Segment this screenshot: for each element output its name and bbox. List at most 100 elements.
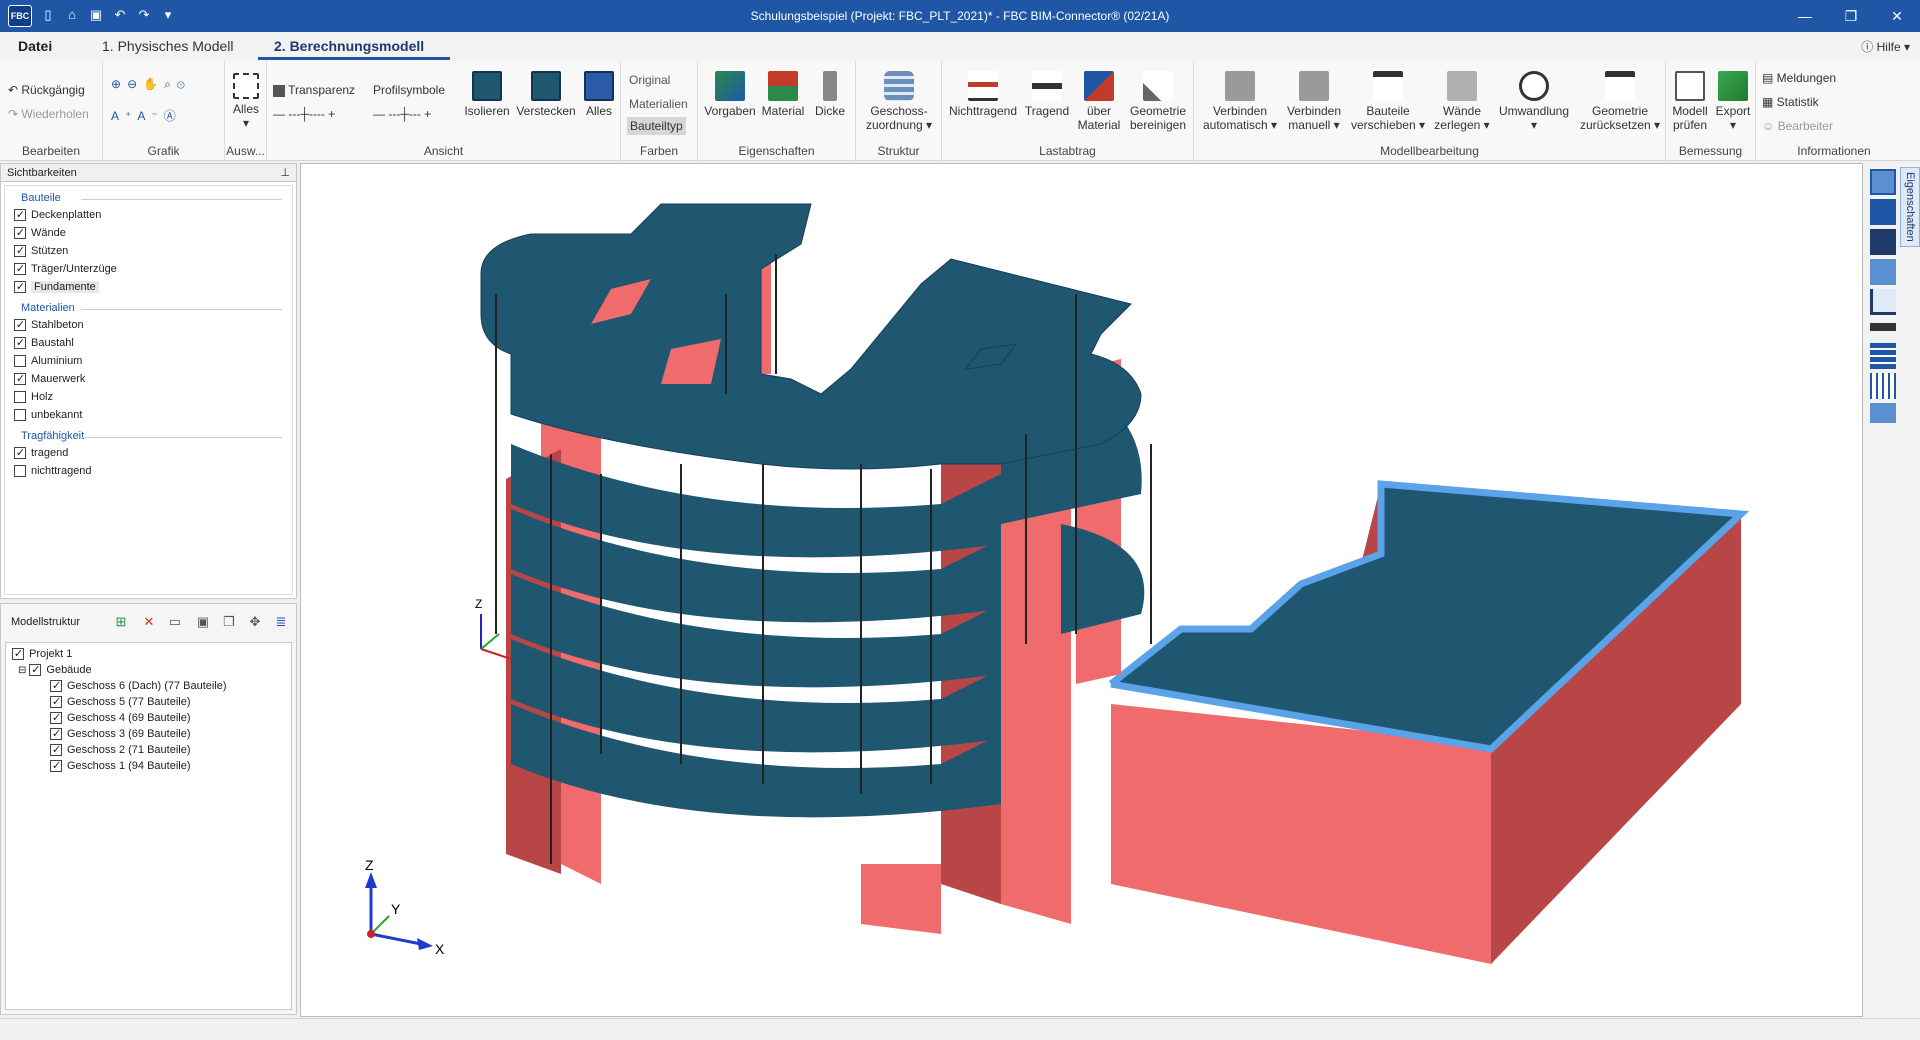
checkbox-nichttragend[interactable]: nichttragend <box>5 462 292 480</box>
checkbox-icon[interactable] <box>50 712 62 724</box>
checkbox-icon[interactable] <box>14 373 26 385</box>
font-tools[interactable]: A⁺A⁻Ⓐ <box>111 107 182 124</box>
add-icon[interactable]: ⊞ <box>113 614 129 630</box>
tragend-button[interactable]: Tragend <box>1022 71 1072 118</box>
vorgaben-button[interactable]: Vorgaben <box>704 71 756 118</box>
checkbox-icon[interactable] <box>14 263 26 275</box>
transparency-toggle[interactable]: Transparenz <box>273 83 355 97</box>
bauteile-verschieben-button[interactable]: Bauteile verschieben ▾ <box>1348 71 1428 132</box>
tree-node-geschoss-6[interactable]: Geschoss 6 (Dach) (77 Bauteile) <box>6 678 291 694</box>
grid-icon[interactable] <box>1870 373 1896 399</box>
tree-node-geschoss-5[interactable]: Geschoss 5 (77 Bauteile) <box>6 694 291 710</box>
checkbox-mauerwerk[interactable]: Mauerwerk <box>5 370 292 388</box>
3d-viewport[interactable]: Z Z Y X <box>300 163 1863 1017</box>
modell-pruefen-button[interactable]: Modell prüfen <box>1668 71 1712 132</box>
undo-button[interactable]: ↶ Rückgängig <box>8 83 85 97</box>
roof-slab[interactable] <box>480 203 1142 470</box>
view-side-icon[interactable] <box>1870 229 1896 255</box>
view-iso-icon[interactable] <box>1870 169 1896 195</box>
tab-physisches-modell[interactable]: 1. Physisches Modell <box>102 38 234 54</box>
checkbox-icon[interactable] <box>14 391 26 403</box>
building-model-render[interactable]: Z Z Y X <box>301 164 1862 1016</box>
collapse-icon[interactable]: ⊟ <box>18 665 26 676</box>
maximize-button[interactable]: ❐ <box>1828 0 1874 32</box>
verbinden-manuell-button[interactable]: Verbinden manuell ▾ <box>1282 71 1346 132</box>
nichttragend-button[interactable]: Nichttragend <box>946 71 1020 118</box>
stack-icon[interactable]: ≣ <box>273 614 289 630</box>
section-icon[interactable] <box>1870 403 1896 423</box>
verbinden-automatisch-button[interactable]: Verbinden automatisch ▾ <box>1202 71 1278 132</box>
material-button[interactable]: Material <box>758 71 808 118</box>
checkbox-icon[interactable] <box>50 760 62 772</box>
color-bauteiltyp[interactable]: Bauteiltyp <box>627 117 686 135</box>
select-all-button[interactable]: Alles ▾ <box>229 73 263 130</box>
zoom-in-icon[interactable]: ⊕ <box>111 77 127 91</box>
tree-node-geschoss-3[interactable]: Geschoss 3 (69 Bauteile) <box>6 726 291 742</box>
tree-node-geschoss-4[interactable]: Geschoss 4 (69 Bauteile) <box>6 710 291 726</box>
checkbox-icon[interactable] <box>14 209 26 221</box>
tab-datei[interactable]: Datei <box>18 38 52 54</box>
checkbox-baustahl[interactable]: Baustahl <box>5 334 292 352</box>
checkbox-aluminium[interactable]: Aluminium <box>5 352 292 370</box>
zoom-out-icon[interactable]: ⊖ <box>127 77 143 91</box>
close-button[interactable]: ✕ <box>1874 0 1920 32</box>
checkbox-icon[interactable] <box>50 680 62 692</box>
zoom-tools[interactable]: ⊕⊖✋⌕⊙ <box>111 77 191 92</box>
properties-icon[interactable]: ▣ <box>195 614 211 630</box>
rename-icon[interactable]: ▭ <box>167 614 183 630</box>
tab-berechnungsmodell[interactable]: 2. Berechnungsmodell <box>274 38 424 54</box>
view-front-icon[interactable] <box>1870 199 1896 225</box>
color-original[interactable]: Original <box>629 73 670 87</box>
checkbox-icon[interactable] <box>50 744 62 756</box>
zoom-window-icon[interactable]: ⌕ <box>164 77 177 91</box>
copy-icon[interactable]: ❐ <box>221 614 237 630</box>
checkbox-unbekannt[interactable]: unbekannt <box>5 406 292 424</box>
checkbox-icon[interactable] <box>14 245 26 257</box>
bearbeiter-button[interactable]: ☺ Bearbeiter <box>1762 119 1833 133</box>
font-decrease-icon[interactable]: A⁻ <box>137 109 163 123</box>
font-increase-icon[interactable]: A⁺ <box>111 109 137 123</box>
checkbox-tragend[interactable]: tragend <box>5 444 292 462</box>
tree-node-projekt[interactable]: Projekt 1 <box>6 646 291 662</box>
checkbox-icon[interactable] <box>14 447 26 459</box>
show-all-button[interactable]: Alles <box>581 71 617 118</box>
checkbox-deckenplatten[interactable]: Deckenplatten <box>5 206 292 224</box>
transparency-slider[interactable]: — ‑‑‑┼‑‑‑‑ + <box>273 107 335 121</box>
checkbox-holz[interactable]: Holz <box>5 388 292 406</box>
meldungen-button[interactable]: ▤ Meldungen <box>1762 71 1836 85</box>
export-button[interactable]: Export ▾ <box>1712 71 1754 132</box>
checkbox-icon[interactable] <box>14 227 26 239</box>
checkbox-icon[interactable] <box>14 355 26 367</box>
minimize-button[interactable]: — <box>1782 0 1828 32</box>
checkbox-icon[interactable] <box>14 409 26 421</box>
slab-right-mid[interactable] <box>1061 524 1145 634</box>
geometrie-bereinigen-button[interactable]: Geometrie bereinigen <box>1126 71 1190 132</box>
dimension-icon[interactable] <box>1870 323 1896 331</box>
move-icon[interactable]: ✥ <box>247 614 263 630</box>
help-button[interactable]: ⓘ Hilfe ▾ <box>1861 38 1910 55</box>
font-color-icon[interactable]: Ⓐ <box>164 109 182 123</box>
isolate-button[interactable]: Isolieren <box>461 71 513 118</box>
delete-icon[interactable]: ✕ <box>141 614 157 630</box>
dicke-button[interactable]: Dicke <box>810 71 850 118</box>
pin-icon[interactable]: ⊥ <box>280 166 290 179</box>
pan-icon[interactable]: ✋ <box>143 77 164 91</box>
checkbox-icon[interactable] <box>14 319 26 331</box>
umwandlung-button[interactable]: Umwandlung ▾ <box>1494 71 1574 132</box>
checkbox-icon[interactable] <box>14 337 26 349</box>
view-top-icon[interactable] <box>1870 259 1896 285</box>
eigenschaften-tab[interactable]: Eigenschaften <box>1900 167 1920 247</box>
checkbox-waende[interactable]: Wände <box>5 224 292 242</box>
checkbox-icon[interactable] <box>14 281 26 293</box>
checkbox-icon[interactable] <box>50 696 62 708</box>
tree-node-geschoss-1[interactable]: Geschoss 1 (94 Bauteile) <box>6 758 291 774</box>
checkbox-icon[interactable] <box>50 728 62 740</box>
checkbox-icon[interactable] <box>12 648 24 660</box>
checkbox-icon[interactable] <box>14 465 26 477</box>
levels-icon[interactable] <box>1870 343 1896 369</box>
checkbox-fundamente[interactable]: Fundamente <box>5 278 292 296</box>
statistik-button[interactable]: ▦ Statistik <box>1762 95 1819 109</box>
tree-node-gebaeude[interactable]: ⊟ Gebäude <box>6 662 291 678</box>
axis-toggle-icon[interactable] <box>1870 289 1896 315</box>
checkbox-traeger[interactable]: Träger/Unterzüge <box>5 260 292 278</box>
